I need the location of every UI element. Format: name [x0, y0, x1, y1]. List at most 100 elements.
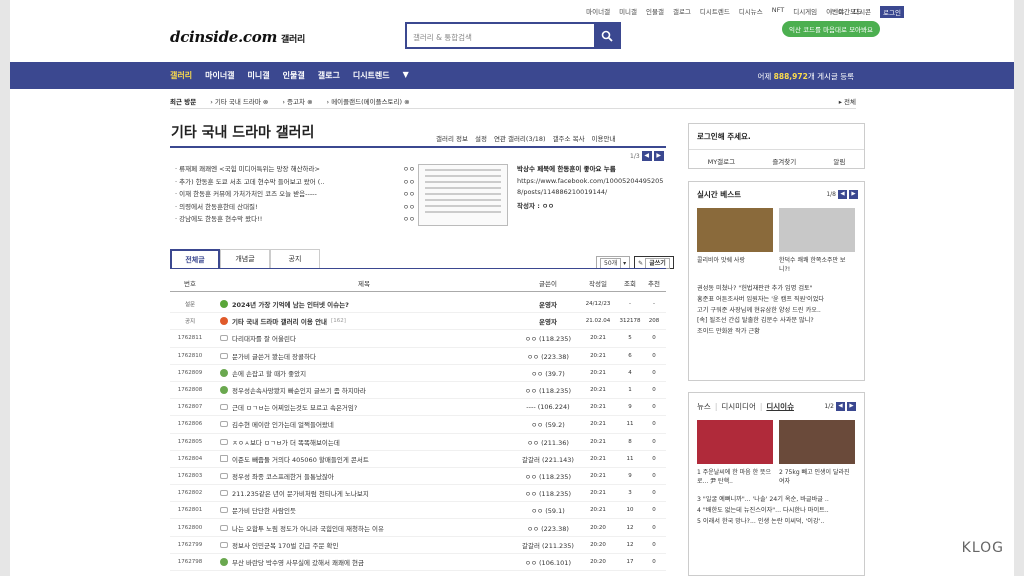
post-title[interactable]: 근데 ㅁㄱㅂ는 어찌있는것도 묘르고 속은거임? — [232, 402, 357, 412]
post-title[interactable]: 정우성 좌종 코스프레한거 들통났잖아 — [232, 471, 334, 481]
news-list-item[interactable]: 5 이래서 한국 망나?... 인생 논란 이씨덕, '이강'.. — [697, 516, 856, 527]
post-writer[interactable]: ㅇㅇ (211.36) — [518, 437, 578, 447]
best-list-item[interactable]: [속] 될조선 간섭 탈출한 김문수 사과문 많니? — [697, 316, 856, 327]
featured-thumbnail[interactable] — [418, 164, 508, 226]
post-title[interactable]: 김수현 메이란 인가는데 얼쩍들어왔네 — [232, 419, 334, 429]
gallery-tab[interactable]: 연관 갤러리(3/18) — [494, 133, 546, 143]
recent-item[interactable]: › 메이플랜드(메이플스토리) ⊗ — [327, 96, 410, 106]
post-title[interactable]: 손에 손잡고 할 때가 좋았지 — [232, 368, 306, 378]
post-title[interactable]: 정보사 인민군복 170벌 긴급 주문 확인 — [232, 540, 338, 550]
next-arrow-icon[interactable]: ▶ — [847, 402, 856, 411]
recent-item[interactable]: › 기타 국내 드라마 ⊗ — [210, 96, 268, 106]
image-card[interactable]: 콜리비아 맛쉐 사랑 — [697, 208, 773, 274]
prev-arrow-icon[interactable]: ◀ — [836, 402, 845, 411]
top-link[interactable]: 미니갤 — [619, 6, 637, 18]
table-row[interactable]: 1762810 문가비 글쓴거 봤는데 장콜하다 ㅇㅇ (223.38) 20:21 6… — [170, 348, 666, 365]
top-link[interactable]: 마이너갤 — [586, 6, 610, 18]
best-list-item[interactable]: 고기 구워준 사장님께 현유삼한 양성 드린 카오.. — [697, 306, 856, 317]
nav-item[interactable]: 디시트렌드 — [353, 70, 390, 81]
post-title-cell[interactable]: 2024년 가장 기억에 남는 인터넷 이슈는? — [210, 299, 518, 309]
table-row[interactable]: 1762802 211.235같은 년이 문가비처럼 천티나게 노나보지 ㅇㅇ (1… — [170, 485, 666, 503]
post-title[interactable]: 기타 국내 드라마 갤러리 이용 안내 — [232, 316, 327, 326]
post-writer[interactable]: ㅇㅇ (223.38) — [518, 351, 578, 361]
post-writer[interactable]: ㅇㅇ (118.235) — [518, 488, 578, 498]
featured-post[interactable]: 박상수 페북에 한동훈이 좋아요 누름 https://www.facebook… — [517, 164, 667, 212]
search-input[interactable]: 갤러리 & 통합검색 — [407, 24, 594, 47]
list-tab[interactable]: 전체글 — [170, 249, 220, 269]
table-row[interactable]: 1762800 나는 오합투 노림 정도가 아니라 국힘인데 재청하는 이유 ㅇㅇ … — [170, 519, 666, 537]
nav-item[interactable]: 인물갤 — [283, 70, 305, 81]
table-row[interactable]: 1762804 이준도 빼줍둘 거의다 405060 할매들인게 콘서트 갈갈러 (… — [170, 451, 666, 468]
top-link[interactable]: 디시트렌드 — [700, 6, 730, 18]
gallery-tab[interactable]: 설정 — [475, 133, 487, 143]
post-title-cell[interactable]: 다리대자를 잘 어울린다 — [210, 333, 518, 343]
best-list-item[interactable]: 홍준표 어튼조사버 임원자는 '윤 캠프 직원'이었다 — [697, 295, 856, 306]
post-title-cell[interactable]: 손에 손잡고 할 때가 좋았지 — [210, 368, 518, 378]
post-title[interactable]: 이준도 빼줍둘 거의다 405060 할매들인게 콘서트 — [232, 454, 369, 464]
next-arrow-icon[interactable]: ▶ — [653, 151, 664, 161]
prev-arrow-icon[interactable]: ◀ — [838, 190, 847, 199]
post-writer[interactable]: ㅇㅇ (118.235) — [518, 385, 578, 395]
table-row[interactable]: 1762809 손에 손잡고 할 때가 좋았지 ㅇㅇ (39.7) 20:21 4 0 — [170, 365, 666, 382]
nav-item[interactable]: 미니갤 — [248, 70, 270, 81]
recent-all-button[interactable]: ▸ 전체 — [839, 96, 856, 106]
image-card[interactable]: 1 주운날씨에 한 마음 한 뜻으로... 尹 탄핵.. — [697, 420, 773, 486]
post-writer[interactable]: 운영자 — [518, 299, 578, 309]
post-title-cell[interactable]: 김수현 메이란 인가는데 얼쩍들어왔네 — [210, 419, 518, 429]
post-writer[interactable]: ㅇㅇ (59.1) — [518, 505, 578, 515]
login-link-item[interactable]: 알림 — [833, 156, 845, 166]
post-title[interactable]: 정우성손속사망봤지 빠순인지 글쓰기 좀 하지마라 — [232, 385, 366, 395]
post-writer[interactable]: ㅇㅇ (118.235) — [518, 471, 578, 481]
best-list-item[interactable]: 권성동 미쳤나? "헌법재판관 추가 임명 검토" — [697, 284, 856, 295]
next-arrow-icon[interactable]: ▶ — [849, 190, 858, 199]
post-title[interactable]: ㅈㅇㅅ보다 ㅁㄱㅂ가 더 똑똑해보이는데 — [232, 437, 340, 447]
table-row[interactable]: 1762799 정보사 인민군복 170벌 긴급 주문 확인 갈갈러 (211.23… — [170, 537, 666, 554]
post-title[interactable]: 다리대자를 잘 어울린다 — [232, 333, 296, 343]
image-card[interactable]: 2 75kg 빼고 인생이 달라진 여자 — [779, 420, 855, 486]
post-title-cell[interactable]: 나는 오합투 노림 정도가 아니라 국힘인데 재청하는 이유 — [210, 523, 518, 533]
post-writer[interactable]: ㅇㅇ (106.101) — [518, 557, 578, 567]
table-row[interactable]: 1762798 부산 바란당 박수영 사무실에 갔해서 쾌쾌에 현금 ㅇㅇ (106… — [170, 554, 666, 571]
notice-item[interactable]: · 류재페 쾌쾌엔 <국힘 미디어특위는 망장 해산하라> ㅇㅇ — [175, 163, 415, 176]
recent-item[interactable]: › 증고차 ⊗ — [282, 96, 312, 106]
post-writer[interactable]: 운영자 — [518, 316, 578, 326]
table-row[interactable]: 1762811 다리대자를 잘 어울린다 ㅇㅇ (118.235) 20:21 5 0 — [170, 330, 666, 348]
table-row[interactable]: 1762805 ㅈㅇㅅ보다 ㅁㄱㅂ가 더 똑똑해보이는데 ㅇㅇ (211.36) 20… — [170, 434, 666, 451]
gallery-tab[interactable]: 갤러리 정보 — [436, 133, 468, 143]
news-tab[interactable]: 뉴스 — [697, 401, 711, 412]
post-title-cell[interactable]: 문가비 글쓴거 봤는데 장콜하다 — [210, 351, 518, 361]
nav-more-icon[interactable]: ▼ — [403, 70, 409, 81]
post-title[interactable]: 나는 오합투 노림 정도가 아니라 국힘인데 재청하는 이유 — [232, 523, 384, 533]
post-title-cell[interactable]: 문가비 단단한 사람인듯 — [210, 505, 518, 515]
post-title-cell[interactable]: 기타 국내 드라마 갤러리 이용 안내 [162] — [210, 316, 518, 326]
table-row[interactable]: 1762807 근데 ㅁㄱㅂ는 어찌있는것도 묘르고 속은거임? ---- (106… — [170, 399, 666, 417]
search-button[interactable] — [594, 24, 619, 47]
nav-item[interactable]: 갤러리 — [170, 70, 192, 81]
gallery-tab[interactable]: 갤주소 복사 — [553, 133, 585, 143]
close-icon[interactable]: ⊗ — [402, 98, 409, 106]
notice-item[interactable]: · 추가) 한동훈 도쿄 서초 고데 현수막 들어보고 왔어 (.. ㅇㅇ — [175, 176, 415, 189]
notice-item[interactable]: · 강남에도 한동훈 현수막 왔다!! ㅇㅇ — [175, 213, 415, 226]
top-link[interactable]: 갤로그 — [673, 6, 691, 18]
post-writer[interactable]: ㅇㅇ (39.7) — [518, 368, 578, 378]
post-title-cell[interactable]: 정보사 인민군복 170벌 긴급 주문 확인 — [210, 540, 518, 550]
login-link-item[interactable]: 즐겨찾기 — [772, 156, 796, 166]
table-row[interactable]: 1762808 정우성손속사망봤지 빠순인지 글쓰기 좀 하지마라 ㅇㅇ (118.… — [170, 382, 666, 400]
news-list-item[interactable]: 4 "배한도 없는데 뉴진스이자"... 다시한나 마이트.. — [697, 505, 856, 516]
post-title[interactable]: 부산 바란당 박수영 사무실에 갔해서 쾌쾌에 현금 — [232, 557, 364, 567]
best-list-item[interactable]: 조이드 만화완 작가 근황 — [697, 327, 856, 338]
table-row[interactable]: 1762801 문가비 단단한 사람인듯 ㅇㅇ (59.1) 20:21 10 0 — [170, 502, 666, 520]
prev-arrow-icon[interactable]: ◀ — [641, 151, 652, 161]
post-title-cell[interactable]: 정우성손속사망봤지 빠순인지 글쓰기 좀 하지마라 — [210, 385, 518, 395]
top-link[interactable]: NFT — [772, 6, 784, 18]
login-prompt[interactable]: 로그인해 주세요. — [689, 124, 864, 150]
close-icon[interactable]: ⊗ — [305, 98, 312, 106]
gallery-tab[interactable]: 이용안내 — [592, 133, 616, 143]
post-title-cell[interactable]: 이준도 빼줍둘 거의다 405060 할매들인게 콘서트 — [210, 454, 518, 464]
site-logo[interactable]: dcinside.com 갤러리 — [170, 28, 305, 46]
table-row[interactable]: 1762803 정우성 좌종 코스프레한거 들통났잖아 ㅇㅇ (118.235) 20… — [170, 468, 666, 486]
post-title[interactable]: 문가비 단단한 사람인듯 — [232, 505, 296, 515]
list-tab[interactable]: 공지 — [270, 249, 320, 269]
post-title[interactable]: 2024년 가장 기억에 남는 인터넷 이슈는? — [232, 299, 349, 309]
nav-item[interactable]: 갤로그 — [318, 70, 340, 81]
